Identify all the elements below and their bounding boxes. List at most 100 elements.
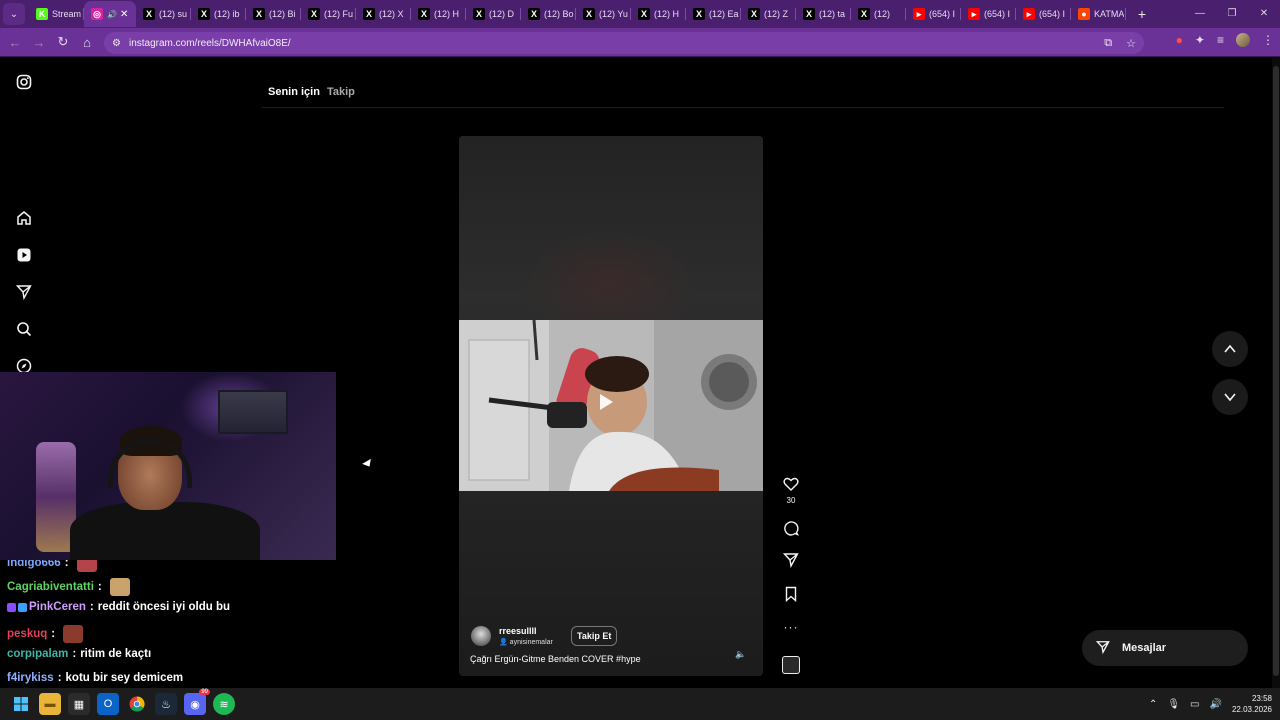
browser-tab[interactable]: X (12) H — [411, 1, 466, 27]
browser-tab[interactable]: ▸ (654) I — [906, 1, 961, 27]
browser-tab[interactable]: X (12) D — [466, 1, 521, 27]
browser-tab[interactable]: X (12) ib — [191, 1, 246, 27]
start-windows-icon[interactable] — [10, 693, 32, 715]
browser-tab[interactable]: X (12) Bi — [246, 1, 301, 27]
chat-username[interactable]: corpipalam — [7, 648, 68, 660]
tab-for-you[interactable]: Senin için — [268, 86, 320, 98]
browser-tab[interactable]: X (12) su — [136, 1, 191, 27]
discord-icon[interactable]: ◉ 99 — [184, 689, 210, 715]
tray-overflow-icon[interactable]: ⌃ — [1149, 699, 1157, 710]
instagram-logo-icon[interactable] — [14, 72, 34, 92]
play-icon[interactable] — [600, 394, 613, 410]
adblock-extension-icon[interactable]: ● — [1176, 33, 1183, 47]
reel-author[interactable]: rreesullll 👤 aynisinemalar — [471, 626, 553, 646]
browser-tab[interactable]: X (12) Ea — [686, 1, 741, 27]
microphone-icon[interactable]: 🎙 — [1167, 699, 1180, 710]
microsoft-store-icon[interactable]: ▦ — [68, 693, 90, 715]
browser-tab[interactable]: ▸ (654) I — [961, 1, 1016, 27]
browser-tab[interactable]: X (12) Z — [741, 1, 796, 27]
reel-username[interactable]: rreesullll — [499, 626, 553, 636]
chat-username[interactable]: indigo666 — [7, 560, 61, 569]
speaker-icon[interactable]: 🔊 — [1210, 699, 1222, 710]
tab-search-icon[interactable]: ⌄ — [3, 3, 25, 25]
browser-tab-title: (12) ib — [214, 9, 240, 19]
media-controls-icon[interactable]: ≡ — [1217, 33, 1224, 47]
browser-tab[interactable]: K Stream — [29, 1, 84, 27]
browser-tab[interactable]: X (12) ta — [796, 1, 851, 27]
direct-messages-nav-icon[interactable] — [14, 282, 34, 302]
restore-icon[interactable]: ❐ — [1216, 0, 1248, 28]
new-tab-button[interactable]: + — [1130, 6, 1154, 22]
address-bar[interactable]: ⚙ instagram.com/reels/DWHAfvaiO8E/ ⧉ ☆ — [104, 32, 1144, 54]
browser-menu-icon[interactable]: ⋮ — [1262, 33, 1274, 47]
more-options-icon[interactable]: ··· — [779, 620, 803, 634]
volume-icon[interactable]: 🔈 — [735, 649, 746, 660]
bookmark-star-icon[interactable]: ☆ — [1126, 37, 1136, 50]
chat-text: reddit öncesi iyi oldu bu — [97, 601, 230, 613]
reel-author-avatar[interactable] — [471, 626, 491, 646]
close-tab-icon[interactable]: ✕ — [120, 9, 128, 20]
share-icon[interactable] — [779, 552, 803, 573]
browser-tab-title: (12) ta — [819, 9, 846, 19]
back-icon[interactable]: ← — [3, 35, 27, 50]
browser-tab[interactable]: ▸ (654) I — [1016, 1, 1071, 27]
reels-nav-icon[interactable] — [14, 245, 34, 265]
browser-tab[interactable]: X (12) X — [356, 1, 411, 27]
chat-username[interactable]: Cagriabiventatti — [7, 581, 94, 593]
home-nav-icon[interactable] — [14, 208, 34, 228]
x-icon: X — [638, 8, 650, 20]
home-icon[interactable]: ⌂ — [75, 35, 99, 50]
x-icon: X — [858, 8, 870, 20]
comment-icon[interactable] — [779, 520, 803, 541]
profile-avatar[interactable] — [1236, 33, 1250, 47]
chat-username[interactable]: f4irykiss — [7, 672, 54, 684]
install-app-icon[interactable]: ⧉ — [1104, 37, 1112, 50]
browser-tab[interactable]: X (12) Yu — [576, 1, 631, 27]
browser-tab[interactable]: ● KATMA — [1071, 1, 1126, 27]
tab-audio-icon[interactable]: 🔊 — [107, 10, 117, 19]
browser-tab-title: (12) D — [489, 9, 515, 19]
browser-tab-strip: ⌄ K Stream ◎ 🔊 ✕ X (12) su X (12) ib X (12) Bi X (12… — [0, 0, 1280, 28]
outlook-icon[interactable]: O — [97, 693, 119, 715]
chat-username[interactable]: peskuq — [7, 628, 47, 640]
steam-icon[interactable]: ♨ — [155, 693, 177, 715]
clock-date: 22.03.2026 — [1231, 705, 1272, 714]
file-explorer-icon[interactable]: ▬ — [39, 693, 61, 715]
tab-following[interactable]: Takip — [327, 86, 355, 98]
messages-button[interactable]: Mesajlar — [1082, 630, 1248, 666]
browser-tab[interactable]: X (12) Bo — [521, 1, 576, 27]
reload-icon[interactable]: ↻ — [51, 34, 75, 50]
reel-video-frame[interactable] — [459, 320, 763, 491]
reel-audio-label[interactable]: 👤 aynisinemalar — [499, 638, 553, 646]
follow-button[interactable]: Takip Et — [571, 626, 618, 646]
feed-divider — [262, 107, 1224, 108]
like-icon[interactable] — [779, 476, 803, 497]
chat-username[interactable]: PinkCeren — [29, 601, 86, 613]
previous-reel-button[interactable] — [1212, 331, 1248, 367]
chat-separator: : — [57, 671, 62, 684]
search-nav-icon[interactable] — [14, 319, 34, 339]
x-icon: X — [803, 8, 815, 20]
spotify-icon[interactable]: ≋ — [213, 693, 235, 715]
minimize-icon[interactable]: — — [1184, 0, 1216, 28]
audio-thumbnail-icon[interactable] — [782, 656, 800, 674]
network-icon[interactable]: ▭ — [1190, 699, 1199, 710]
page-scrollbar[interactable] — [1272, 58, 1280, 688]
save-bookmark-icon[interactable] — [779, 586, 803, 607]
next-reel-button[interactable] — [1212, 379, 1248, 415]
clock[interactable]: 23:58 22.03.2026 — [1232, 693, 1272, 715]
site-info-icon[interactable]: ⚙ — [112, 38, 121, 49]
page-scrollbar-thumb[interactable] — [1273, 66, 1279, 676]
browser-tab[interactable]: X (12) Fu — [301, 1, 356, 27]
extensions-icon[interactable]: ✦ — [1195, 33, 1205, 47]
reel-player[interactable]: rreesullll 👤 aynisinemalar Takip Et Çağr… — [459, 136, 763, 676]
browser-tab-title: (12) su — [159, 9, 188, 19]
forward-icon[interactable]: → — [27, 35, 51, 50]
browser-tab[interactable]: ◎ 🔊 ✕ — [84, 1, 136, 27]
browser-tab[interactable]: X (12) — [851, 1, 906, 27]
browser-tab[interactable]: X (12) H — [631, 1, 686, 27]
chrome-icon[interactable] — [126, 693, 148, 715]
close-window-icon[interactable]: ✕ — [1248, 0, 1280, 28]
streamer-webcam — [0, 372, 336, 560]
browser-tab-title: (12) H — [654, 9, 680, 19]
